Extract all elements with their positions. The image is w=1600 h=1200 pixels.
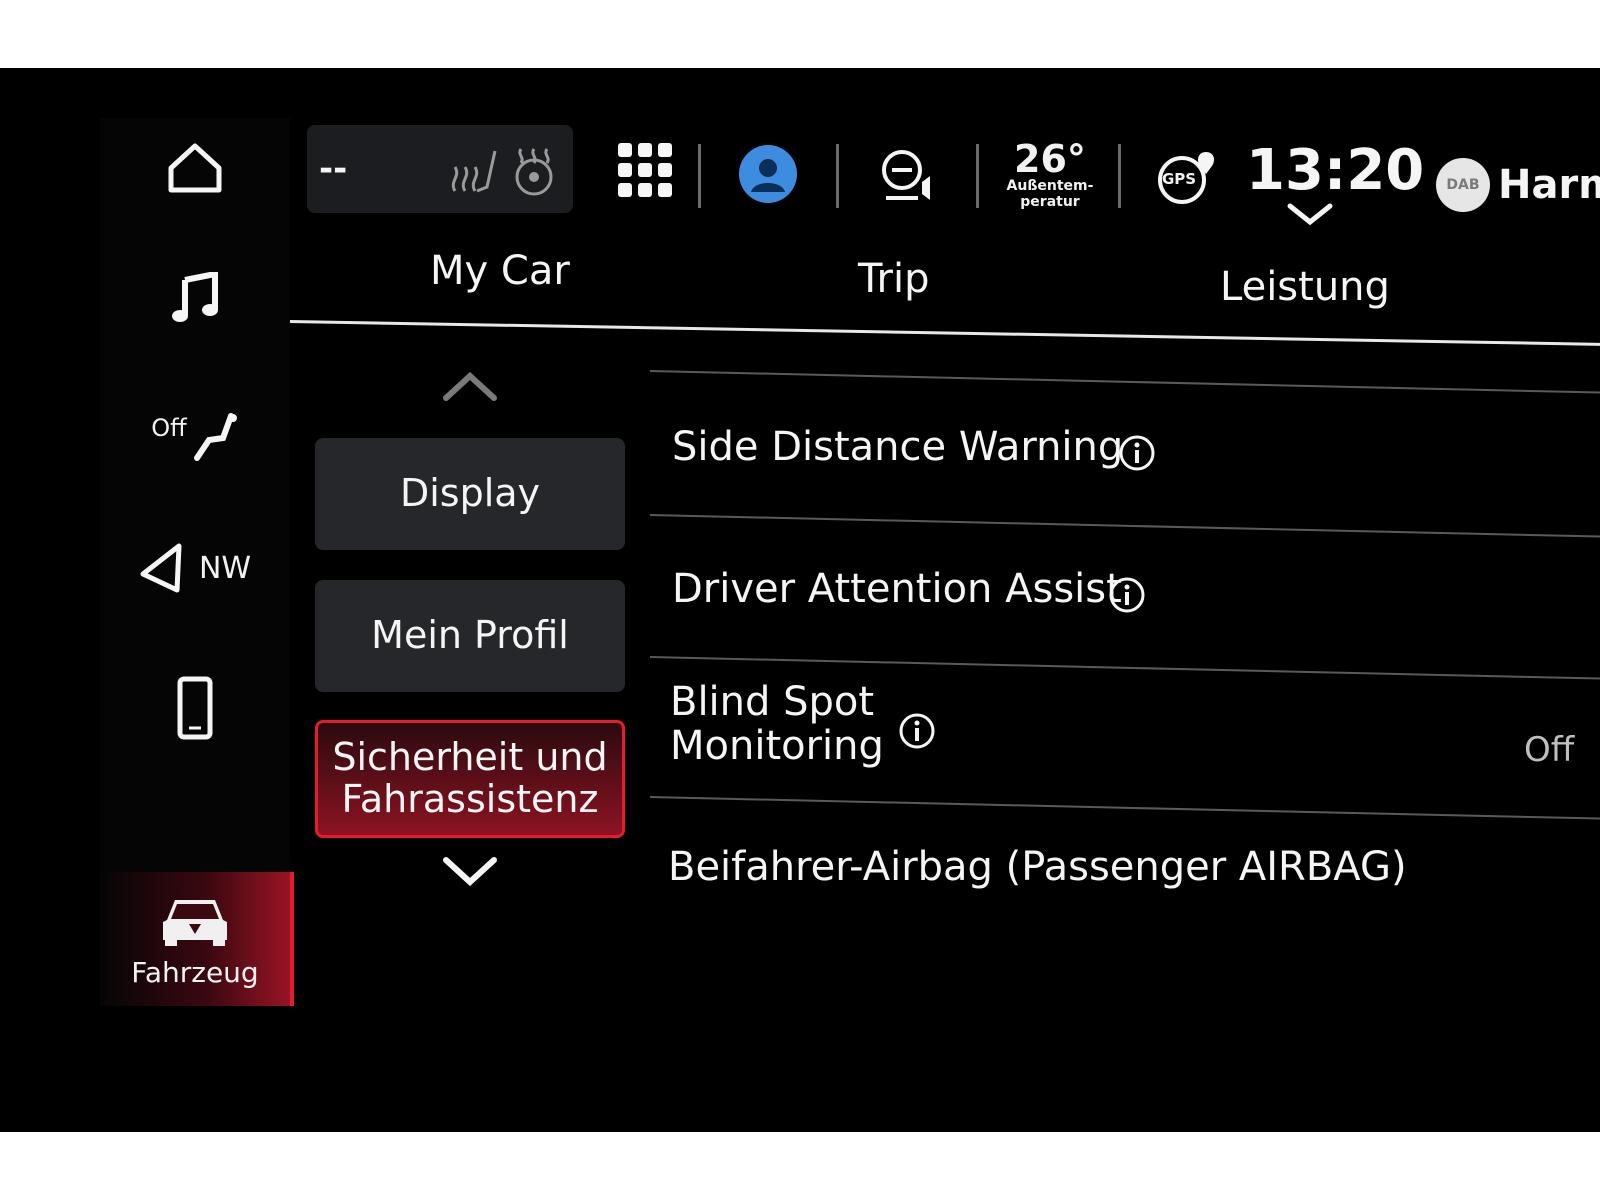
scroll-down-icon[interactable] bbox=[440, 854, 500, 890]
navigation-arrow-icon bbox=[140, 543, 182, 593]
phone-icon bbox=[177, 676, 213, 740]
tab-trip[interactable]: Trip bbox=[858, 256, 930, 302]
info-icon[interactable] bbox=[898, 712, 936, 750]
status-divider bbox=[698, 144, 701, 208]
setting-label: Side Distance Warning bbox=[672, 424, 1124, 470]
phone-button[interactable] bbox=[100, 658, 290, 758]
chevron-down-icon bbox=[1287, 203, 1333, 226]
tab-my-car[interactable]: My Car bbox=[430, 248, 570, 294]
dab-label: DAB bbox=[1446, 177, 1480, 193]
setting-value: Off bbox=[1524, 730, 1575, 770]
infotainment-screen: Off NW Fahrzeug -- 26° Außentem- peratur… bbox=[0, 68, 1600, 1132]
home-button[interactable] bbox=[100, 128, 290, 208]
category-sicherheit-fahrassistenz[interactable]: Sicherheit und Fahrassistenz bbox=[315, 720, 625, 838]
music-note-icon bbox=[172, 272, 218, 322]
vehicle-button[interactable]: Fahrzeug bbox=[100, 880, 290, 1000]
radio-station-name: Harm bbox=[1498, 162, 1600, 208]
time-display: 13:20 bbox=[1246, 138, 1425, 203]
setting-label-line1: Blind Spot bbox=[670, 679, 875, 725]
status-divider bbox=[836, 144, 839, 208]
tab-underline bbox=[289, 320, 1600, 347]
navigation-button[interactable]: NW bbox=[100, 518, 290, 618]
media-button[interactable] bbox=[100, 248, 290, 348]
row-divider bbox=[649, 656, 1600, 680]
gps-status: GPS bbox=[1156, 150, 1214, 204]
gps-label: GPS bbox=[1162, 170, 1197, 188]
seat-icon bbox=[193, 413, 237, 461]
climate-value: -- bbox=[319, 149, 348, 189]
setting-label: Beifahrer-Airbag (Passenger AIRBAG) bbox=[668, 844, 1407, 890]
temperature-value: 26° bbox=[1014, 137, 1086, 181]
car-icon bbox=[163, 899, 227, 946]
category-label-line2: Fahrassistenz bbox=[341, 777, 599, 821]
row-divider bbox=[649, 796, 1600, 820]
temperature-label-line2: peratur bbox=[1020, 194, 1080, 211]
steering-wheel-heating-icon[interactable] bbox=[511, 145, 557, 197]
tab-leistung[interactable]: Leistung bbox=[1220, 264, 1390, 310]
info-icon[interactable] bbox=[1118, 434, 1156, 472]
vehicle-label: Fahrzeug bbox=[131, 955, 259, 989]
clock[interactable]: 13:20 bbox=[1246, 138, 1425, 226]
heading-label: NW bbox=[198, 550, 252, 586]
category-display[interactable]: Display bbox=[315, 438, 625, 550]
left-rail: Off NW Fahrzeug bbox=[100, 118, 294, 1006]
status-divider bbox=[976, 144, 979, 208]
home-icon bbox=[168, 143, 222, 193]
climate-panel[interactable]: -- bbox=[307, 125, 573, 213]
category-display-label: Display bbox=[399, 471, 541, 516]
temperature-label-line1: Außentem- bbox=[1006, 178, 1094, 194]
seat-status-label: Off bbox=[151, 414, 187, 442]
category-label-line1: Sicherheit und bbox=[332, 735, 608, 780]
status-divider bbox=[1118, 144, 1121, 208]
outside-temperature: 26° Außentem- peratur bbox=[1000, 140, 1100, 210]
row-divider bbox=[649, 370, 1600, 394]
voice-assistant-icon[interactable] bbox=[878, 148, 938, 204]
apps-grid-icon[interactable] bbox=[618, 143, 674, 199]
seat-heating-icon[interactable] bbox=[447, 147, 499, 197]
radio-source[interactable]: DAB Harm bbox=[1436, 158, 1600, 212]
dab-icon: DAB bbox=[1436, 158, 1490, 212]
row-divider bbox=[649, 514, 1600, 538]
setting-label-line2: Monitoring bbox=[670, 723, 884, 769]
setting-label: Driver Attention Assist bbox=[672, 566, 1122, 612]
info-icon[interactable] bbox=[1108, 576, 1146, 614]
seat-button[interactable]: Off bbox=[100, 388, 290, 488]
profile-avatar-icon[interactable] bbox=[738, 144, 798, 204]
category-mein-profil-label: Mein Profil bbox=[371, 613, 569, 658]
scroll-up-icon[interactable] bbox=[440, 368, 500, 404]
category-mein-profil[interactable]: Mein Profil bbox=[315, 580, 625, 692]
